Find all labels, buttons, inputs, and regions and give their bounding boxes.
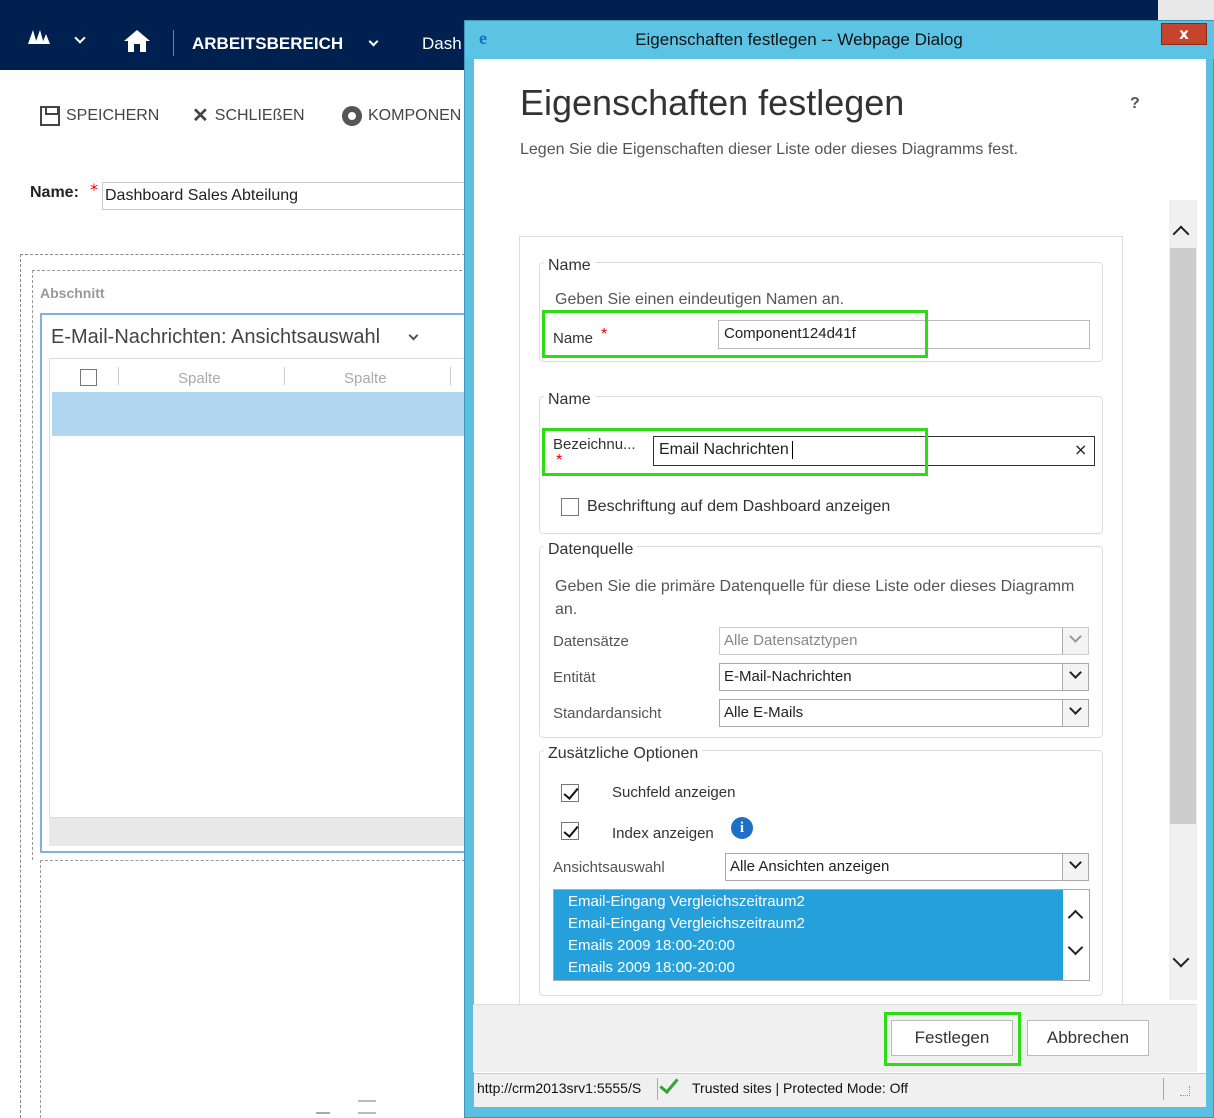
close-icon: ✕ xyxy=(192,105,209,127)
options-section-legend: Zusätzliche Optionen xyxy=(544,745,703,763)
lower-section xyxy=(40,860,480,1118)
grid-column-header[interactable]: Spalte xyxy=(178,370,221,387)
nav-right-corner xyxy=(1158,0,1214,22)
nav-separator xyxy=(173,30,174,56)
dashboard-name-input[interactable]: Dashboard Sales Abteilung xyxy=(102,182,472,210)
list-item[interactable]: Email-Eingang Vergleichszeitraum2 xyxy=(568,893,805,910)
list-item[interactable]: Emails 2009 18:00-20:00 xyxy=(568,959,735,976)
dialog-heading: Eigenschaften festlegen xyxy=(520,82,905,123)
required-marker: * xyxy=(90,180,98,199)
resize-grip-icon[interactable] xyxy=(1180,1086,1190,1096)
records-label: Datensätze xyxy=(553,633,629,650)
datasource-section-legend: Datenquelle xyxy=(544,541,638,559)
records-select-value: Alle Datensatztypen xyxy=(724,632,858,649)
view-selector-label: Ansichtsauswahl xyxy=(553,859,665,876)
set-button-highlight-box xyxy=(884,1012,1021,1066)
default-view-label: Standardansicht xyxy=(553,705,662,722)
gear-icon xyxy=(342,106,362,126)
chevron-down-icon[interactable] xyxy=(1062,854,1088,880)
grid-footer xyxy=(49,818,469,846)
nav-workspace-label[interactable]: ARBEITSBEREICH xyxy=(192,34,343,54)
save-command-button[interactable]: SPEICHERN xyxy=(40,104,159,128)
component-command-button[interactable]: KOMPONEN xyxy=(342,104,461,128)
nav-dashboard-label[interactable]: Dash xyxy=(422,34,462,54)
status-separator xyxy=(1163,1078,1164,1100)
dialog-title-bar[interactable]: e Eigenschaften festlegen -- Webpage Dia… xyxy=(465,21,1214,59)
view-selector-select-value: Alle Ansichten anzeigen xyxy=(730,858,890,875)
dashboard-name-label: Name: xyxy=(30,184,79,201)
cancel-button[interactable]: Abbrechen xyxy=(1027,1020,1149,1056)
status-separator xyxy=(657,1078,658,1100)
chevron-down-icon[interactable] xyxy=(1062,664,1088,690)
clear-input-icon[interactable]: × xyxy=(1074,440,1087,459)
chevron-down-icon xyxy=(1062,628,1088,654)
home-icon[interactable] xyxy=(124,30,150,52)
show-label-checkbox[interactable] xyxy=(561,498,579,516)
info-icon[interactable]: i xyxy=(731,817,753,839)
default-view-select[interactable]: Alle E-Mails xyxy=(719,699,1089,727)
grid-column-separator xyxy=(284,367,285,385)
search-field-checkbox[interactable] xyxy=(561,784,579,802)
component-command-label: KOMPONEN xyxy=(368,107,462,124)
default-view-select-value: Alle E-Mails xyxy=(724,704,804,721)
entity-select[interactable]: E-Mail-Nachrichten xyxy=(719,663,1089,691)
list-icon xyxy=(358,1100,376,1114)
save-icon xyxy=(40,106,60,126)
label-section-legend: Name xyxy=(544,391,595,409)
list-item[interactable]: Email-Eingang Vergleichszeitraum2 xyxy=(568,915,805,932)
index-label[interactable]: Index anzeigen xyxy=(612,825,714,842)
name-highlight-box xyxy=(542,310,928,358)
chevron-down-icon[interactable] xyxy=(1062,700,1088,726)
list-item[interactable]: Emails 2009 18:00-20:00 xyxy=(568,937,735,954)
dialog-subheading: Legen Sie die Eigenschaften dieser Liste… xyxy=(520,141,1019,158)
grid-column-header[interactable]: Spalte xyxy=(344,370,387,387)
help-button[interactable]: ? xyxy=(1130,95,1140,113)
save-command-label: SPEICHERN xyxy=(66,107,160,124)
entity-select-value: E-Mail-Nachrichten xyxy=(724,668,852,685)
dialog-window-title: Eigenschaften festlegen -- Webpage Dialo… xyxy=(635,30,963,49)
workspace-chevron-down-icon[interactable] xyxy=(368,36,379,47)
status-url: http://crm2013srv1:5555/S xyxy=(477,1080,642,1096)
close-command-label: SCHLIEßEN xyxy=(214,107,305,124)
grid-selected-row[interactable] xyxy=(52,392,470,436)
show-label-checkbox-label[interactable]: Beschriftung auf dem Dashboard anzeigen xyxy=(587,498,890,516)
search-field-label[interactable]: Suchfeld anzeigen xyxy=(612,784,735,801)
select-all-checkbox[interactable] xyxy=(80,369,97,386)
view-selector-select[interactable]: Alle Ansichten anzeigen xyxy=(725,853,1089,881)
dynamics-logo-icon[interactable] xyxy=(28,30,50,44)
name-section-legend: Name xyxy=(544,257,595,275)
window-close-button[interactable]: x xyxy=(1161,23,1207,45)
label-highlight-box xyxy=(542,428,928,476)
grid-column-separator xyxy=(118,367,119,385)
datasource-hint: Geben Sie die primäre Datenquelle für di… xyxy=(555,578,1075,618)
entity-label: Entität xyxy=(553,669,596,686)
index-checkbox[interactable] xyxy=(561,822,579,840)
security-zone-text: Trusted sites | Protected Mode: Off xyxy=(692,1080,909,1096)
grid-column-separator xyxy=(450,367,451,385)
logo-chevron-down-icon[interactable] xyxy=(74,32,86,44)
name-section-hint: Geben Sie einen eindeutigen Namen an. xyxy=(555,291,845,308)
records-select: Alle Datensatztypen xyxy=(719,627,1089,655)
close-command-button[interactable]: ✕ SCHLIEßEN xyxy=(192,104,305,128)
chart-icon xyxy=(316,1098,330,1114)
scrollbar-thumb[interactable] xyxy=(1170,248,1196,824)
section-label: Abschnitt xyxy=(40,285,105,301)
component-title[interactable]: E-Mail-Nachrichten: Ansichtsauswahl xyxy=(51,326,380,349)
